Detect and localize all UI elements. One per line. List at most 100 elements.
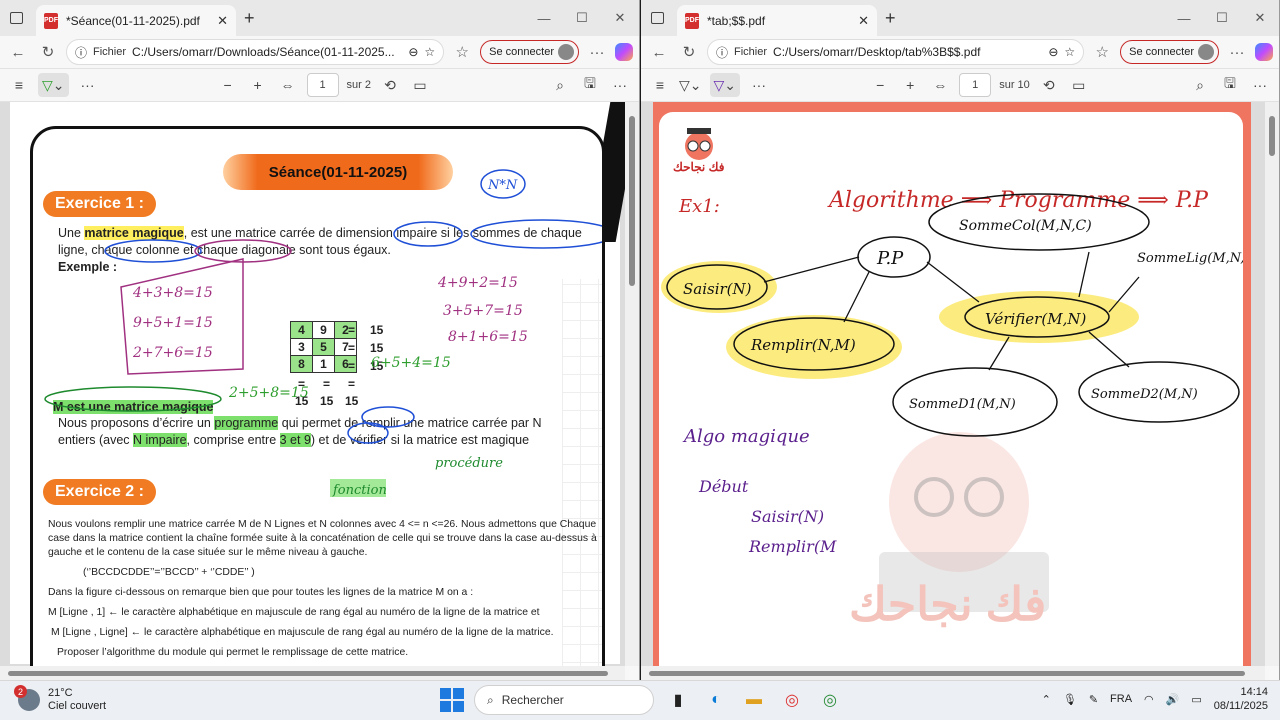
- contents-icon[interactable]: ≡: [649, 73, 671, 97]
- tab-pdf[interactable]: PDF *tab;$$.pdf ✕: [677, 5, 877, 36]
- back-icon[interactable]: ←: [6, 40, 30, 64]
- search-placeholder: Rechercher: [501, 693, 564, 707]
- maximize-icon[interactable]: ☐: [1203, 0, 1241, 36]
- taskbar-center: ⌕ Rechercher ▮ ◐ ▬ ◎ ◎: [440, 685, 844, 715]
- chrome-icon[interactable]: ◎: [778, 686, 806, 714]
- back-icon[interactable]: ←: [647, 40, 671, 64]
- search-icon[interactable]: ⌕: [1189, 73, 1211, 97]
- favorite-star-icon[interactable]: ☆: [424, 45, 435, 59]
- save-icon[interactable]: 🖫: [1219, 73, 1241, 97]
- close-tab-icon[interactable]: ✕: [858, 13, 869, 29]
- favorites-icon[interactable]: ☆: [1090, 40, 1114, 64]
- more-icon[interactable]: ···: [585, 40, 609, 64]
- maximize-icon[interactable]: ☐: [563, 0, 601, 36]
- more-tools-icon[interactable]: ···: [748, 73, 770, 97]
- more-tools-icon[interactable]: ···: [77, 73, 99, 97]
- tab-pdf[interactable]: PDF *Séance(01-11-2025).pdf ✕: [36, 5, 236, 36]
- hw-algo-magique: Algo magique: [682, 426, 810, 447]
- search-icon[interactable]: ⌕: [549, 73, 571, 97]
- copilot-icon[interactable]: [1255, 43, 1273, 61]
- hw-step1: Saisir(N): [751, 507, 824, 526]
- close-window-icon[interactable]: ✕: [1241, 0, 1279, 36]
- chevron-up-icon[interactable]: ⌃: [1042, 693, 1051, 706]
- url-text[interactable]: C:/Users/omarr/Downloads/Séance(01-11-20…: [132, 45, 402, 59]
- new-tab-icon[interactable]: +: [885, 8, 896, 29]
- address-bar[interactable]: ⓘ Fichier C:/Users/omarr/Downloads/Séanc…: [66, 39, 445, 65]
- refresh-icon[interactable]: ↻: [677, 40, 701, 64]
- more-icon[interactable]: ···: [1225, 40, 1249, 64]
- tab-title: *tab;$$.pdf: [707, 13, 766, 28]
- clock[interactable]: 14:14 08/11/2025: [1214, 685, 1268, 713]
- minimize-icon[interactable]: —: [1165, 0, 1203, 36]
- volume-icon[interactable]: 🔊: [1166, 693, 1180, 706]
- avatar-icon: [558, 44, 574, 60]
- rotate-icon[interactable]: ⟲: [1038, 73, 1060, 97]
- wifi-icon[interactable]: ◠: [1144, 693, 1154, 706]
- file-explorer-icon[interactable]: ▬: [740, 686, 768, 714]
- draw-tool-icon[interactable]: ▽ ⌄: [709, 73, 741, 97]
- info-icon[interactable]: ⓘ: [716, 44, 728, 61]
- copilot-icon[interactable]: [615, 43, 633, 61]
- horizontal-scrollbar[interactable]: [0, 666, 625, 680]
- zoom-icon[interactable]: ⊖: [1048, 45, 1058, 59]
- address-bar[interactable]: ⓘ Fichier C:/Users/omarr/Desktop/tab%3B$…: [707, 39, 1085, 65]
- weather-widget[interactable]: 2 21°C Ciel couvert: [14, 685, 106, 713]
- pdf-viewport[interactable]: Séance(01-11-2025) Exercice 1 : Une matr…: [0, 102, 625, 666]
- pdf-viewport[interactable]: فك نجاحك فك نجاحك Ex1: Algorithme ⟹ Prog…: [641, 102, 1265, 666]
- signin-button[interactable]: Se connecter: [480, 40, 579, 64]
- favorites-icon[interactable]: ☆: [450, 40, 474, 64]
- hw-row-3: 8+1+6=15: [448, 329, 528, 345]
- language-indicator[interactable]: FRA: [1110, 693, 1132, 705]
- pdf-page: Séance(01-11-2025) Exercice 1 : Une matr…: [10, 102, 625, 666]
- new-tab-icon[interactable]: +: [244, 8, 255, 29]
- tab-actions-icon[interactable]: [651, 12, 664, 24]
- zoom-in-icon[interactable]: +: [899, 73, 921, 97]
- zoom-out-icon[interactable]: −: [217, 73, 239, 97]
- page-view-icon[interactable]: ▭: [409, 73, 431, 97]
- hw-debut: Début: [698, 477, 749, 496]
- hw-diag-1: 6+5+4=15: [371, 355, 451, 371]
- taskbar-search[interactable]: ⌕ Rechercher: [474, 685, 654, 715]
- contents-icon[interactable]: ≡: [8, 73, 30, 97]
- page-number-input[interactable]: 1: [959, 73, 992, 97]
- minimize-icon[interactable]: —: [525, 0, 563, 36]
- vertical-scrollbar[interactable]: [625, 102, 639, 666]
- left-browser-window: PDF *Séance(01-11-2025).pdf ✕ + — ☐ ✕ ← …: [0, 0, 640, 680]
- chrome-profile-icon[interactable]: ◎: [816, 686, 844, 714]
- pen-icon[interactable]: ✎: [1089, 693, 1098, 706]
- zoom-in-icon[interactable]: +: [247, 73, 269, 97]
- vertical-scrollbar[interactable]: [1265, 102, 1279, 666]
- page-view-icon[interactable]: ▭: [1068, 73, 1090, 97]
- favorite-star-icon[interactable]: ☆: [1064, 45, 1075, 59]
- close-window-icon[interactable]: ✕: [601, 0, 639, 36]
- windows-start-icon[interactable]: [440, 688, 464, 712]
- url-text[interactable]: C:/Users/omarr/Desktop/tab%3B$$.pdf: [773, 45, 1042, 59]
- menu-icon[interactable]: ···: [609, 73, 631, 97]
- rotate-icon[interactable]: ⟲: [379, 73, 401, 97]
- microphone-icon[interactable]: 🎙: [1063, 693, 1077, 706]
- page-total: sur 2: [346, 79, 371, 91]
- hw-procedure: procédure: [435, 456, 503, 471]
- fit-page-icon[interactable]: ⇔: [929, 73, 951, 97]
- edge-icon[interactable]: ◐: [702, 686, 730, 714]
- highlight-tool-icon[interactable]: ▽⌄: [38, 73, 69, 97]
- save-icon[interactable]: 🖫: [579, 73, 601, 97]
- battery-icon[interactable]: ▭: [1191, 693, 1201, 706]
- horizontal-scrollbar[interactable]: [641, 666, 1265, 680]
- date: 08/11/2025: [1213, 700, 1268, 712]
- tab-actions-icon[interactable]: [10, 12, 23, 24]
- hw-fonction: fonction: [332, 483, 387, 498]
- pdf-icon: PDF: [44, 12, 58, 29]
- page-number-input[interactable]: 1: [306, 73, 339, 97]
- signin-button[interactable]: Se connecter: [1120, 40, 1219, 64]
- zoom-out-icon[interactable]: −: [869, 73, 891, 97]
- hw-sum-3: 2+7+6=15: [132, 345, 213, 361]
- info-icon[interactable]: ⓘ: [75, 44, 87, 61]
- task-view-icon[interactable]: ▮: [664, 686, 692, 714]
- close-tab-icon[interactable]: ✕: [217, 13, 228, 29]
- refresh-icon[interactable]: ↻: [36, 40, 60, 64]
- highlight-tool-icon[interactable]: ▽⌄: [679, 73, 702, 97]
- fit-page-icon[interactable]: ⇔: [277, 73, 299, 97]
- menu-icon[interactable]: ···: [1249, 73, 1271, 97]
- zoom-icon[interactable]: ⊖: [408, 45, 418, 59]
